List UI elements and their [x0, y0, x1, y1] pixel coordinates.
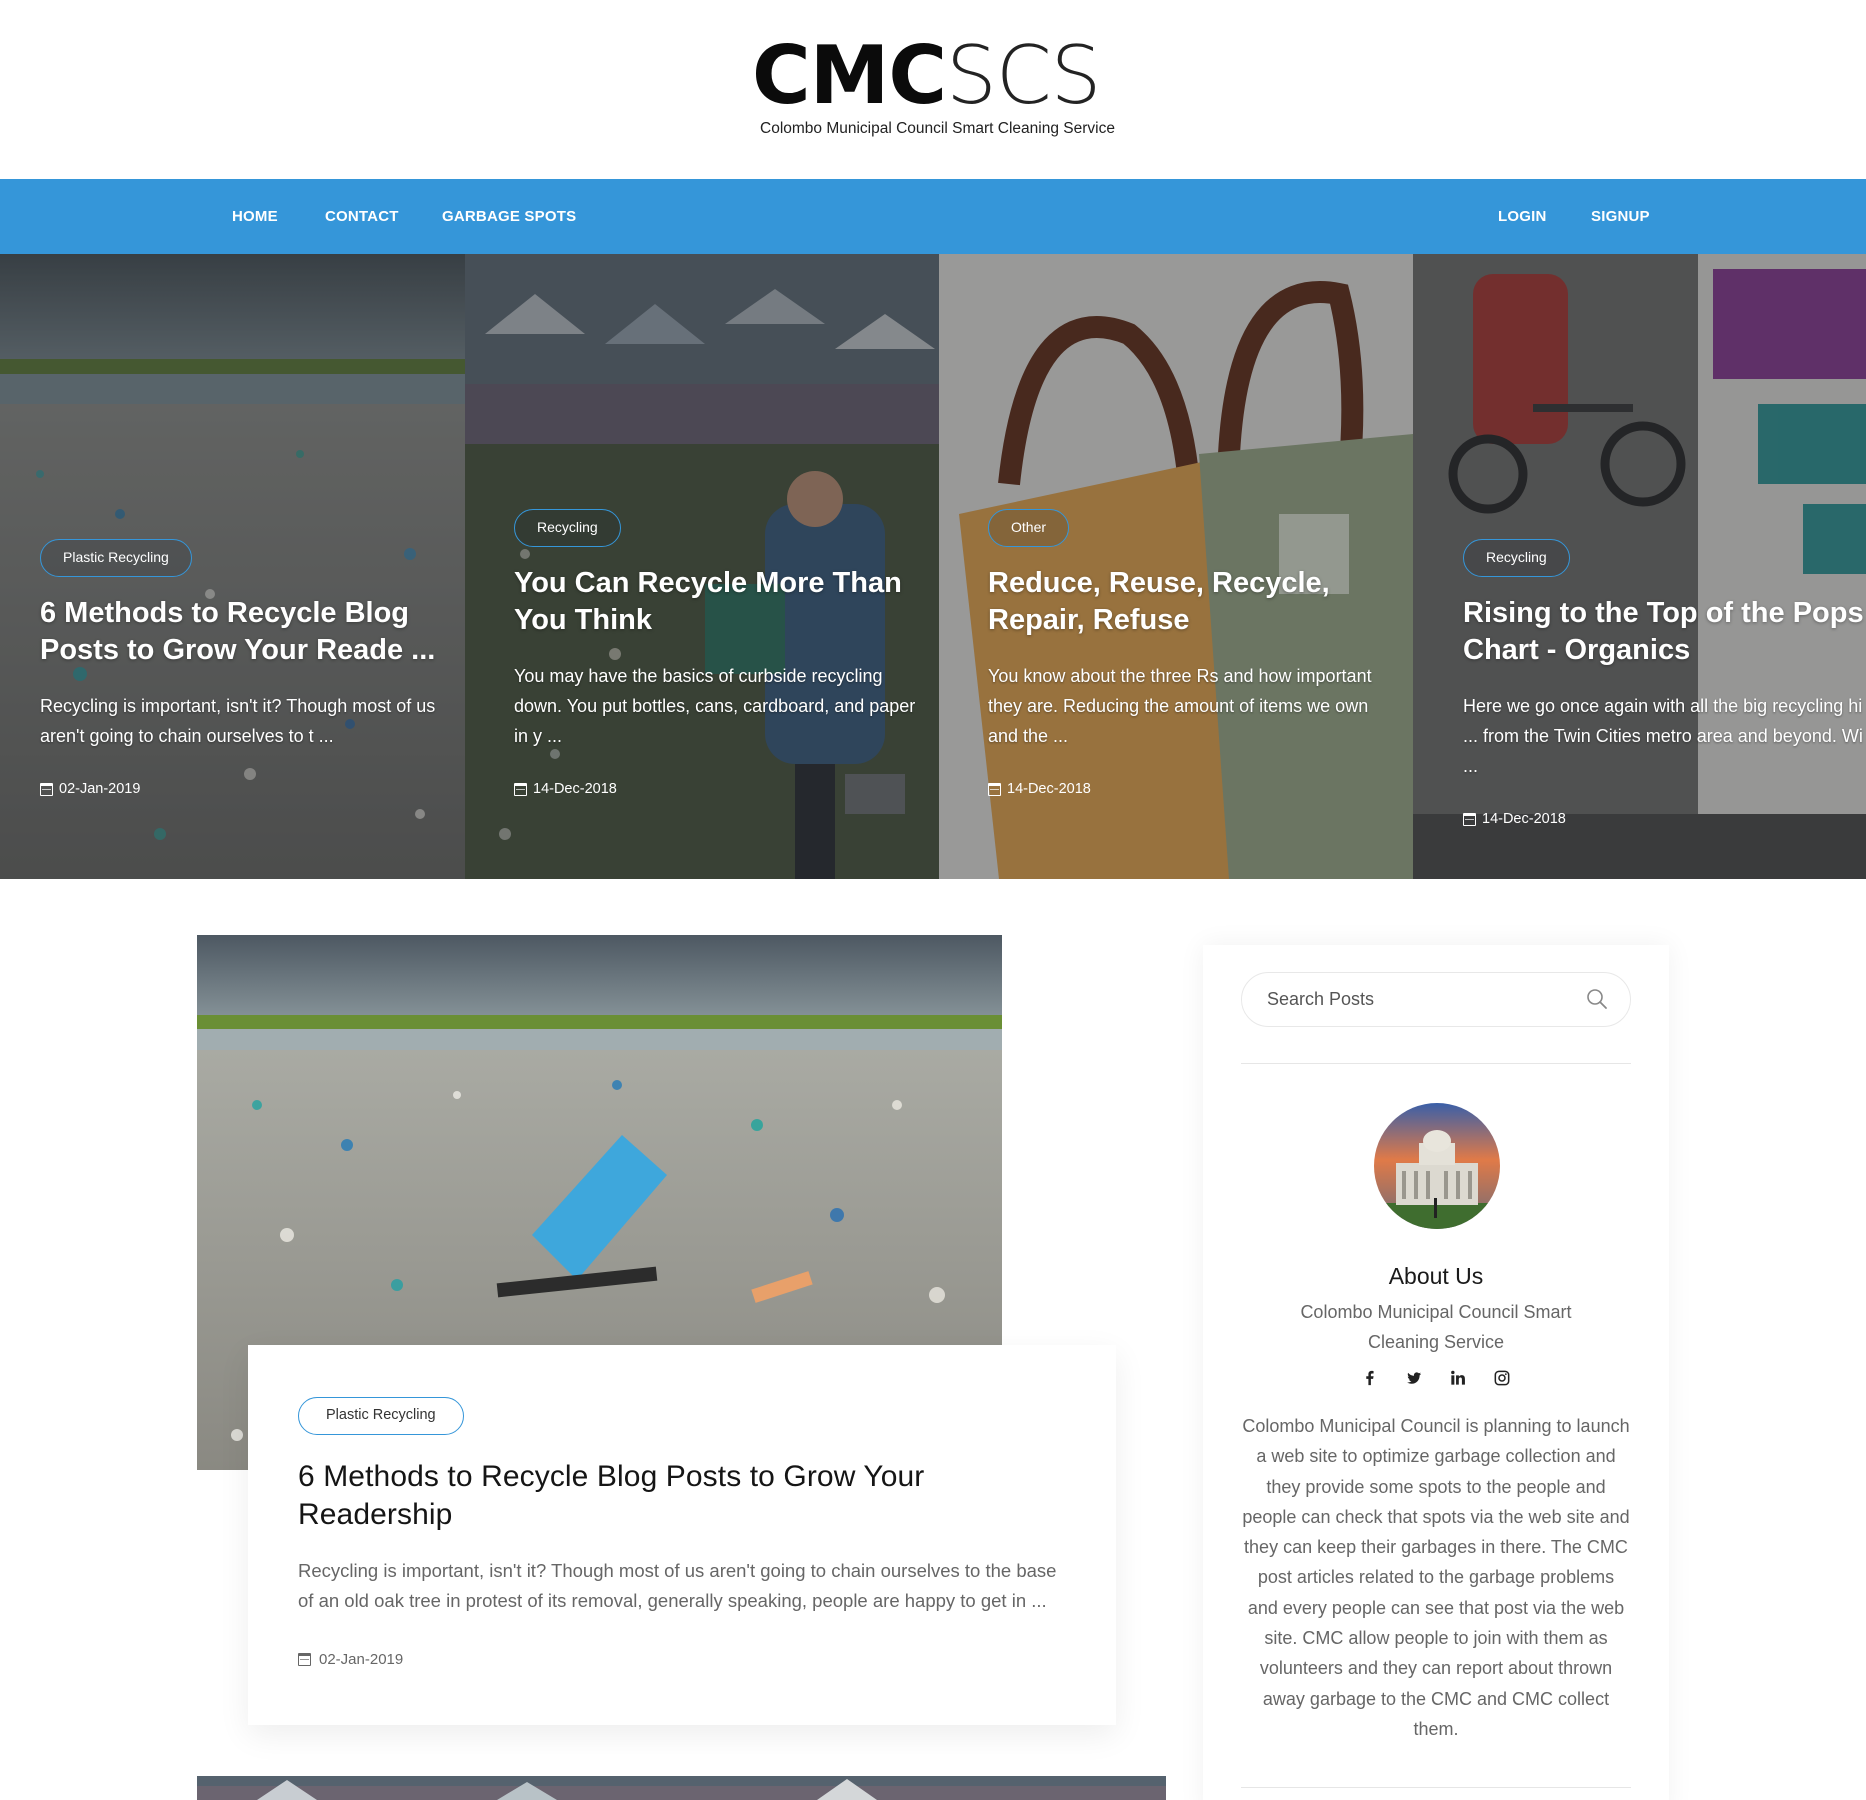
slide-date-text: 14-Dec-2018 [1482, 811, 1566, 827]
slide-category-pill[interactable]: Other [988, 509, 1070, 547]
nav-signup[interactable]: SIGNUP [1591, 179, 1650, 254]
search-input[interactable] [1267, 973, 1567, 1026]
nav-login[interactable]: LOGIN [1498, 179, 1547, 254]
slide-card[interactable]: Other Reduce, Reuse, Recycle, Repair, Re… [939, 254, 1413, 879]
site-header: CMCSCS Colombo Municipal Council Smart C… [0, 0, 1866, 179]
slide-title[interactable]: You Can Recycle More Than You Think [514, 565, 929, 639]
sidebar-divider [1241, 1063, 1631, 1064]
social-links [1203, 1369, 1669, 1387]
sidebar: About Us Colombo Municipal Council Smart… [1203, 945, 1669, 1800]
post-title[interactable]: 6 Methods to Recycle Blog Posts to Grow … [298, 1458, 1066, 1534]
about-title: About Us [1388, 1263, 1484, 1289]
slide-excerpt: Recycling is important, isn't it? Though… [40, 696, 436, 746]
linkedin-icon[interactable] [1449, 1369, 1467, 1387]
slide-title[interactable]: Reduce, Reuse, Recycle, Repair, Refuse [988, 565, 1403, 639]
nav-contact[interactable]: CONTACT [325, 179, 399, 254]
post-date: 02-Jan-2019 [298, 1651, 1066, 1668]
slide-date-text: 14-Dec-2018 [1007, 781, 1091, 797]
slide-date: 14-Dec-2018 [1463, 811, 1866, 827]
slide-category-pill[interactable]: Recycling [1463, 539, 1570, 577]
logo-tagline: Colombo Municipal Council Smart Cleaning… [760, 120, 1115, 137]
slide-date: 14-Dec-2018 [514, 781, 929, 797]
slide-date: 02-Jan-2019 [40, 781, 455, 797]
logo-light: SCS [946, 29, 1101, 122]
instagram-icon[interactable] [1493, 1369, 1511, 1387]
calendar-icon [1463, 812, 1476, 826]
main-navbar: HOME CONTACT GARBAGE SPOTS LOGIN SIGNUP [0, 179, 1866, 254]
post-category-pill[interactable]: Plastic Recycling [298, 1397, 464, 1435]
search-icon[interactable] [1586, 988, 1608, 1010]
slide-date-text: 02-Jan-2019 [59, 781, 141, 797]
featured-slider: Plastic Recycling 6 Methods to Recycle B… [0, 254, 1866, 879]
avatar [1374, 1103, 1500, 1229]
calendar-icon [40, 782, 53, 796]
sidebar-divider [1241, 1787, 1631, 1788]
slide-content: Other Reduce, Reuse, Recycle, Repair, Re… [988, 509, 1403, 797]
slide-excerpt: You may have the basics of curbside recy… [514, 666, 916, 746]
twitter-icon[interactable] [1405, 1369, 1423, 1387]
nav-garbage-spots[interactable]: GARBAGE SPOTS [442, 179, 576, 254]
slide-date: 14-Dec-2018 [988, 781, 1403, 797]
logo-bold: CMC [752, 29, 947, 122]
search-box [1241, 972, 1631, 1027]
post-card: Plastic Recycling 6 Methods to Recycle B… [248, 1345, 1116, 1725]
post-date-text: 02-Jan-2019 [319, 1651, 404, 1668]
slide-card[interactable]: Recycling Rising to the Top of the Pops … [1413, 254, 1866, 879]
slide-category-pill[interactable]: Plastic Recycling [40, 539, 192, 577]
slide-date-text: 14-Dec-2018 [533, 781, 617, 797]
slide-title[interactable]: 6 Methods to Recycle Blog Posts to Grow … [40, 595, 455, 669]
slide-category-pill[interactable]: Recycling [514, 509, 621, 547]
about-description: Colombo Municipal Council is planning to… [1242, 1416, 1630, 1739]
slide-excerpt: Here we go once again with all the big r… [1463, 696, 1863, 776]
facebook-icon[interactable] [1361, 1369, 1379, 1387]
post-excerpt: Recycling is important, isn't it? Though… [298, 1560, 1057, 1611]
slide-excerpt: You know about the three Rs and how impo… [988, 666, 1372, 746]
calendar-icon [514, 782, 527, 796]
slide-card[interactable]: Plastic Recycling 6 Methods to Recycle B… [0, 254, 465, 879]
slide-title[interactable]: Rising to the Top of the Pops Chart - Or… [1463, 595, 1866, 669]
slide-content: Recycling Rising to the Top of the Pops … [1463, 539, 1866, 827]
nav-home[interactable]: HOME [232, 179, 278, 254]
slide-content: Recycling You Can Recycle More Than You … [514, 509, 929, 797]
next-post-image[interactable] [197, 1776, 1166, 1800]
logo-wordmark: CMCSCS [752, 36, 1122, 116]
calendar-icon [988, 782, 1001, 796]
slide-card[interactable]: Recycling You Can Recycle More Than You … [465, 254, 939, 879]
about-subtitle: Colombo Municipal Council Smart Cleaning… [1300, 1302, 1572, 1352]
site-logo[interactable]: CMCSCS Colombo Municipal Council Smart C… [752, 36, 1122, 140]
calendar-icon [298, 1653, 311, 1666]
slide-content: Plastic Recycling 6 Methods to Recycle B… [40, 539, 455, 797]
